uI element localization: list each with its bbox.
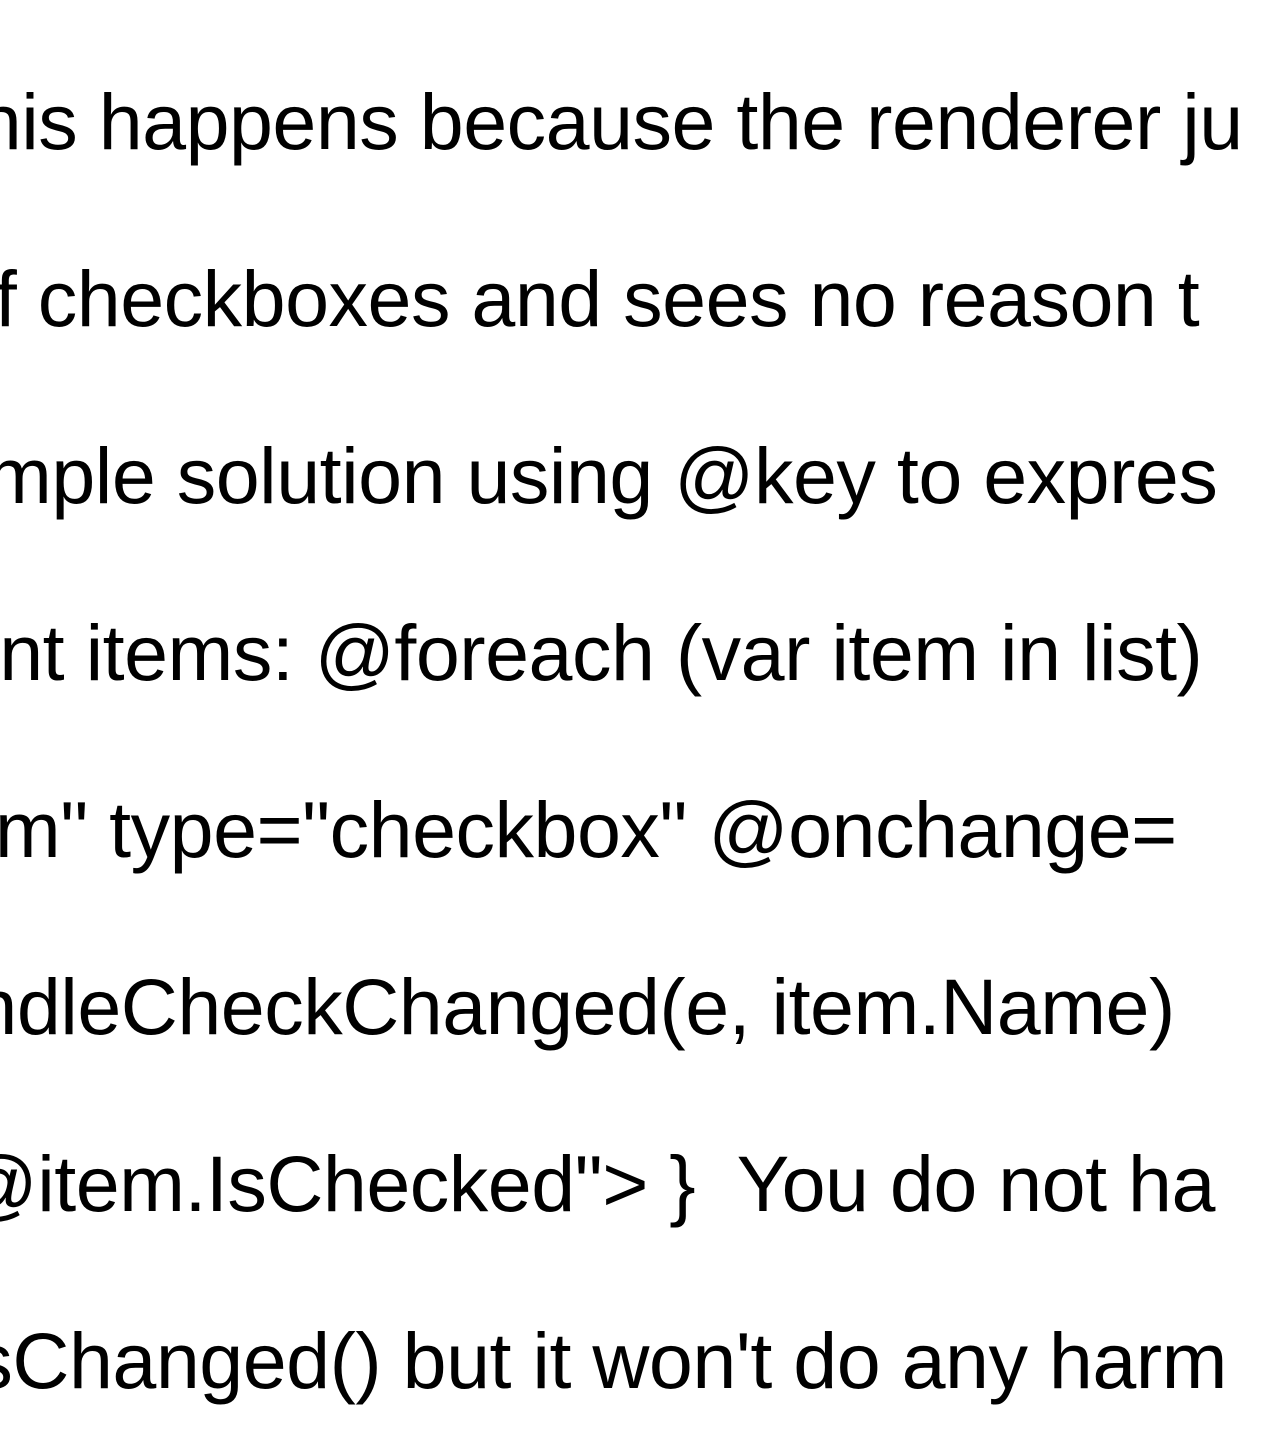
- text-line: "@item.IsChecked"> } You do not ha: [0, 1140, 1243, 1228]
- document-text: This happens because the renderer ju of …: [0, 0, 1243, 1440]
- text-line: rent items: @foreach (var item in list): [0, 609, 1243, 697]
- text-line: asChanged() but it won't do any harm: [0, 1317, 1243, 1405]
- text-line: andleCheckChanged(e, item.Name): [0, 963, 1243, 1051]
- text-line: This happens because the renderer ju: [0, 78, 1243, 166]
- text-line: tem" type="checkbox" @onchange=: [0, 786, 1243, 874]
- text-line: simple solution using @key to expres: [0, 432, 1243, 520]
- text-line: of checkboxes and sees no reason t: [0, 255, 1243, 343]
